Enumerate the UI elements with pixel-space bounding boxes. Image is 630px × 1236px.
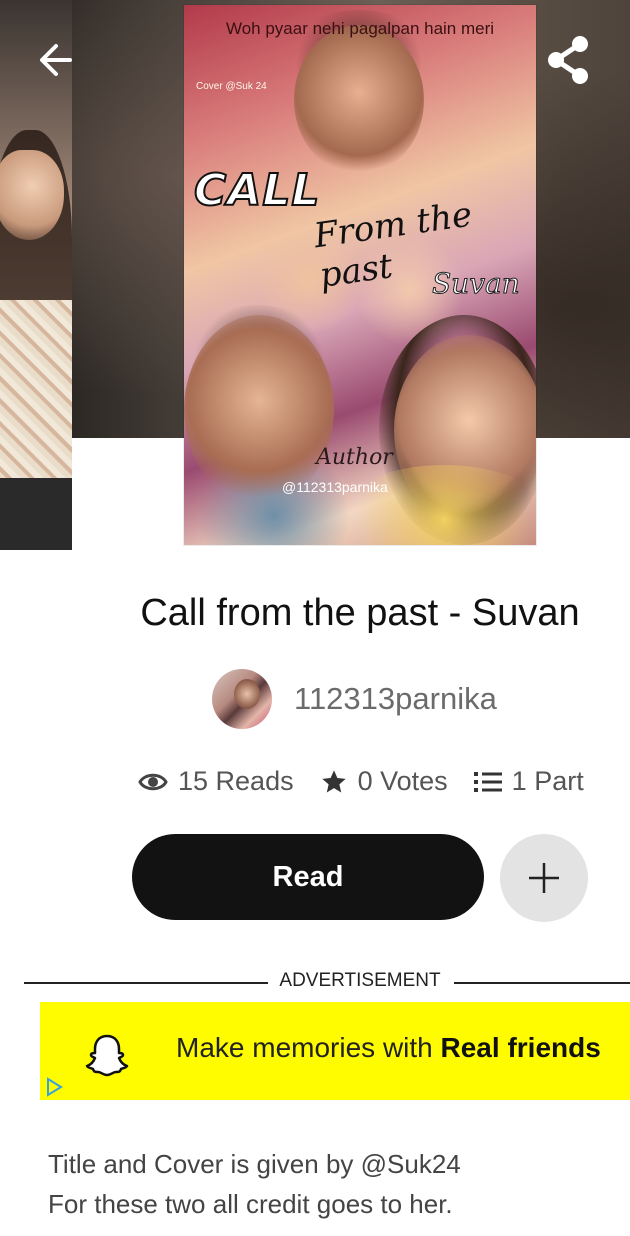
plus-icon <box>529 863 559 893</box>
snapchat-ghost-icon <box>85 1034 129 1077</box>
author-name[interactable]: 112313parnika <box>294 681 497 717</box>
read-button[interactable]: Read <box>132 834 484 920</box>
cover-credit: Cover @Suk 24 <box>196 81 267 92</box>
description-line-2: For these two all credit goes to her. <box>48 1189 453 1219</box>
story-title: Call from the past - Suvan <box>140 592 580 634</box>
story-description: Title and Cover is given by @Suk24 For t… <box>48 1144 461 1224</box>
cover-author-handle: @112313parnika <box>282 479 388 495</box>
ad-text[interactable]: Make memories with Real friends <box>176 1032 601 1064</box>
add-to-library-button[interactable] <box>500 834 588 922</box>
eye-icon <box>138 773 168 790</box>
list-icon <box>473 771 502 792</box>
parts-stat: 1 Part <box>473 766 584 797</box>
ad-banner[interactable]: Make memories with Real friends <box>40 1002 630 1100</box>
cover-author-label: Author <box>316 445 393 470</box>
cover-carousel[interactable]: Woh pyaar nehi pagalpan hain meri Cover … <box>0 0 630 555</box>
story-stats: 15 Reads 0 Votes 1 Part <box>138 766 610 797</box>
star-icon <box>321 769 346 792</box>
description-line-1: Title and Cover is given by @Suk24 <box>48 1149 461 1179</box>
previous-cover[interactable] <box>0 0 72 550</box>
share-icon[interactable] <box>540 32 596 88</box>
cover-title-call: CALL <box>193 164 321 217</box>
parts-count: 1 Part <box>511 766 584 796</box>
ad-choices-icon[interactable] <box>43 1076 65 1098</box>
arrow-left-icon[interactable] <box>36 40 76 80</box>
avatar[interactable] <box>212 669 272 729</box>
cover-tagline: Woh pyaar nehi pagalpan hain meri <box>225 19 495 38</box>
votes-count: 0 Votes <box>357 766 448 796</box>
reads-count: 15 Reads <box>178 766 294 796</box>
author-link[interactable]: 112313parnika <box>212 668 497 730</box>
reads-stat: 15 Reads <box>138 766 294 797</box>
story-cover-image[interactable]: Woh pyaar nehi pagalpan hain meri Cover … <box>184 5 536 545</box>
advertisement-label: ADVERTISEMENT <box>279 970 441 991</box>
cover-title-suvan: Suvan <box>432 267 521 301</box>
votes-stat: 0 Votes <box>320 766 448 797</box>
advertisement-divider: ADVERTISEMENT <box>24 970 630 996</box>
